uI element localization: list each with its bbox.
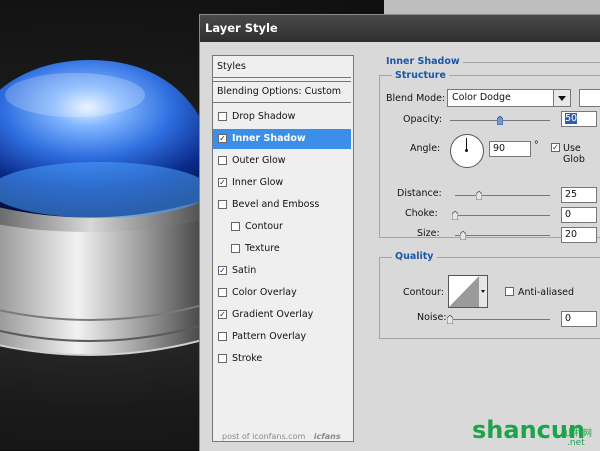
dome-highlight bbox=[5, 73, 145, 117]
dome-glow bbox=[0, 162, 210, 218]
contour-preview[interactable] bbox=[448, 275, 488, 308]
style-item-label: Pattern Overlay bbox=[232, 331, 307, 342]
style-checkbox[interactable] bbox=[218, 354, 227, 363]
style-item-bevel-and-emboss[interactable]: Bevel and Emboss bbox=[213, 195, 351, 215]
angle-dial[interactable] bbox=[450, 134, 484, 168]
choke-slider-track[interactable] bbox=[455, 215, 550, 216]
style-item-pattern-overlay[interactable]: Pattern Overlay bbox=[213, 327, 351, 347]
style-checkbox[interactable]: ✓ bbox=[218, 134, 227, 143]
noise-slider-thumb[interactable] bbox=[447, 315, 453, 324]
style-item-texture[interactable]: Texture bbox=[213, 239, 351, 259]
use-global-light-label: Use Glob bbox=[563, 143, 585, 165]
cylinder-body bbox=[0, 210, 220, 355]
credit-text: post of iconfans.com icfans bbox=[222, 432, 341, 441]
style-item-label: Inner Shadow bbox=[232, 133, 306, 144]
style-item-stroke[interactable]: Stroke bbox=[213, 349, 351, 369]
quality-heading: Quality bbox=[392, 251, 437, 262]
size-slider-track[interactable] bbox=[455, 235, 550, 236]
size-slider-thumb[interactable] bbox=[459, 231, 466, 240]
credit-brand: icfans bbox=[313, 432, 341, 441]
style-item-label: Inner Glow bbox=[232, 177, 284, 188]
style-item-label: Stroke bbox=[232, 353, 263, 364]
dialog-title: Layer Style bbox=[205, 21, 278, 35]
style-checkbox[interactable] bbox=[231, 222, 240, 231]
style-item-label: Satin bbox=[232, 265, 257, 276]
blending-options-item[interactable]: Blending Options: Custom bbox=[213, 81, 351, 103]
blend-mode-select[interactable]: Color Dodge bbox=[447, 89, 571, 107]
distance-label: Distance: bbox=[397, 188, 442, 199]
distance-input[interactable]: 25 bbox=[561, 187, 597, 203]
style-item-drop-shadow[interactable]: Drop Shadow bbox=[213, 107, 351, 127]
styles-header[interactable]: Styles bbox=[213, 56, 351, 78]
style-item-gradient-overlay[interactable]: ✓ Gradient Overlay bbox=[213, 305, 351, 325]
style-checkbox[interactable] bbox=[218, 332, 227, 341]
style-checkbox[interactable] bbox=[218, 112, 227, 121]
size-input[interactable]: 20 bbox=[561, 227, 597, 243]
chevron-down-icon[interactable] bbox=[553, 90, 570, 106]
blend-mode-label: Blend Mode: bbox=[386, 93, 446, 104]
opacity-value: 50 bbox=[565, 113, 578, 124]
style-item-label: Gradient Overlay bbox=[232, 309, 314, 320]
choke-slider-thumb[interactable] bbox=[452, 211, 458, 220]
style-checkbox[interactable] bbox=[218, 288, 227, 297]
blend-mode-value: Color Dodge bbox=[452, 92, 511, 103]
style-item-color-overlay[interactable]: Color Overlay bbox=[213, 283, 351, 303]
contour-label: Contour: bbox=[403, 287, 444, 298]
inner-shadow-heading: Inner Shadow bbox=[383, 56, 463, 67]
style-checkbox[interactable]: ✓ bbox=[218, 266, 227, 275]
distance-slider-thumb[interactable] bbox=[475, 191, 482, 200]
top-canvas-strip bbox=[384, 0, 600, 14]
credit-line: post of iconfans.com bbox=[222, 432, 306, 441]
anti-aliased-label: Anti-aliased bbox=[518, 287, 575, 298]
choke-input[interactable]: 0 bbox=[561, 207, 597, 223]
layer-style-dialog: Layer Style Styles Blending Options: Cus… bbox=[199, 14, 600, 451]
watermark-suffix: .net bbox=[567, 438, 585, 448]
style-item-label: Outer Glow bbox=[232, 155, 286, 166]
style-item-contour[interactable]: Contour bbox=[213, 217, 351, 237]
style-checkbox[interactable] bbox=[218, 200, 227, 209]
watermark-suffix-text: .net bbox=[567, 438, 585, 448]
style-item-inner-glow[interactable]: ✓ Inner Glow bbox=[213, 173, 351, 193]
style-checkbox[interactable] bbox=[218, 156, 227, 165]
noise-slider-track[interactable] bbox=[450, 319, 550, 320]
title-bar[interactable]: Layer Style bbox=[200, 15, 600, 42]
opacity-label: Opacity: bbox=[403, 114, 443, 125]
distance-slider-track[interactable] bbox=[455, 195, 550, 196]
style-item-label: Bevel and Emboss bbox=[232, 199, 320, 210]
noise-label: Noise: bbox=[417, 312, 447, 323]
artwork-canvas bbox=[0, 60, 220, 356]
style-item-label: Drop Shadow bbox=[232, 111, 296, 122]
noise-input[interactable]: 0 bbox=[561, 311, 597, 327]
use-global-light-checkbox[interactable]: ✓ bbox=[551, 143, 560, 152]
style-item-label: Color Overlay bbox=[232, 287, 297, 298]
style-checkbox[interactable]: ✓ bbox=[218, 178, 227, 187]
structure-heading: Structure bbox=[392, 70, 449, 81]
styles-list-panel: Styles Blending Options: Custom Drop Sha… bbox=[212, 55, 354, 442]
degree-symbol: ° bbox=[534, 140, 539, 151]
style-item-inner-shadow[interactable]: ✓ Inner Shadow bbox=[213, 129, 351, 149]
style-checkbox[interactable]: ✓ bbox=[218, 310, 227, 319]
angle-pivot bbox=[465, 149, 468, 152]
shadow-color-swatch[interactable] bbox=[579, 89, 600, 107]
style-item-label: Contour bbox=[245, 221, 283, 232]
opacity-slider-thumb[interactable] bbox=[497, 116, 503, 125]
style-checkbox[interactable] bbox=[231, 244, 240, 253]
style-item-outer-glow[interactable]: Outer Glow bbox=[213, 151, 351, 171]
style-item-satin[interactable]: ✓ Satin bbox=[213, 261, 351, 281]
choke-label: Choke: bbox=[405, 208, 438, 219]
anti-aliased-checkbox[interactable] bbox=[505, 287, 514, 296]
size-label: Size: bbox=[417, 228, 440, 239]
angle-label: Angle: bbox=[410, 143, 441, 154]
angle-input[interactable]: 90 bbox=[489, 141, 531, 157]
opacity-input[interactable]: 50 bbox=[561, 111, 597, 127]
settings-panel: Inner Shadow Structure Blend Mode: Color… bbox=[373, 51, 600, 451]
style-item-label: Texture bbox=[245, 243, 280, 254]
